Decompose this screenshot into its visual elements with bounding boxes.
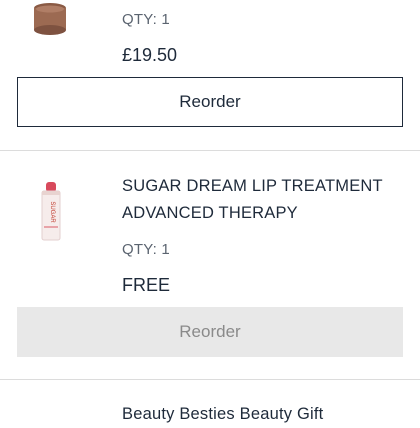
order-3-title-line1: Beauty Besties Beauty Gift	[122, 405, 324, 423]
order-divider	[0, 379, 420, 380]
lip-scrub-jar-icon	[32, 0, 68, 36]
reorder-button-disabled[interactable]: Reorder	[17, 307, 403, 357]
order-1-qty: QTY: 1	[122, 11, 170, 28]
reorder-button[interactable]: Reorder	[17, 77, 403, 127]
order-2-title-line2: ADVANCED THERAPY	[122, 204, 298, 222]
order-2-price: FREE	[122, 275, 171, 295]
lip-balm-stick-icon: SUGAR	[34, 182, 68, 242]
order-2-title-line1: SUGAR DREAM LIP TREATMENT	[122, 177, 383, 195]
order-1-price: £19.50	[122, 45, 178, 65]
svg-text:SUGAR: SUGAR	[49, 201, 55, 223]
order-divider	[0, 150, 420, 151]
order-2-qty: QTY: 1	[122, 241, 170, 258]
